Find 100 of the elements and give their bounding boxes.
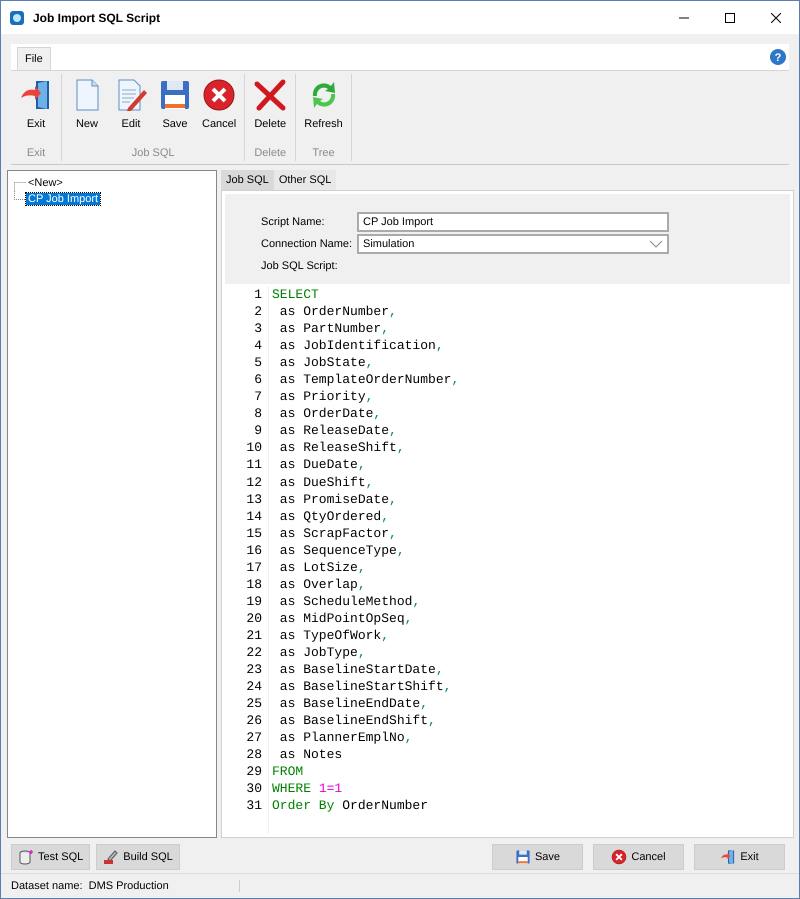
line-number: 6: [254, 371, 262, 388]
code-line: as BaselineStartShift,: [278, 678, 452, 696]
line-number: 17: [246, 558, 262, 576]
line-number: 27: [246, 729, 262, 746]
code-line: as Overlap,: [278, 576, 366, 593]
x-icon: [253, 78, 288, 112]
maximize-icon[interactable]: [725, 12, 735, 22]
window-title: Job Import SQL Script: [33, 10, 162, 24]
code-line: as QtyOrdered,: [278, 508, 390, 525]
ribbon-button[interactable]: Delete: [248, 74, 292, 147]
line-number: 14: [246, 508, 262, 525]
tree-connector: [14, 191, 26, 200]
code-line: as JobIdentification,: [278, 337, 444, 354]
code-line: as TemplateOrderNumber,: [278, 371, 460, 388]
sql-tool-icon: [103, 849, 120, 865]
group-label: Tree: [312, 147, 335, 161]
line-number: 18: [246, 576, 262, 593]
code-line: as JobState,: [278, 354, 374, 372]
code-line: as ReleaseDate,: [278, 422, 397, 440]
ribbon-button[interactable]: Refresh: [299, 74, 348, 147]
dialog-button[interactable]: Cancel: [593, 844, 684, 870]
line-number: 12: [246, 474, 262, 491]
line-number: 11: [246, 456, 262, 474]
app-icon: [9, 10, 25, 26]
code-line: as SequenceType,: [278, 542, 405, 559]
code-line: FROM: [272, 763, 304, 780]
cancel-icon: [202, 78, 236, 112]
line-number: 26: [246, 712, 262, 730]
field-label: Connection Name:: [261, 237, 352, 252]
ribbon-button[interactable]: Exit: [14, 74, 58, 147]
dialog-button[interactable]: Exit: [694, 844, 785, 870]
line-number: 10: [246, 439, 262, 456]
code-line: as TypeOfWork,: [278, 626, 390, 644]
code-line: as PartNumber,: [278, 320, 390, 338]
ribbon-button[interactable]: New: [65, 74, 109, 147]
code-line: as DueShift,: [278, 474, 374, 491]
code-line: as JobType,: [278, 644, 366, 662]
line-number: 29: [246, 763, 262, 780]
connection-dropdown[interactable]: Simulation: [357, 234, 669, 254]
code-line: WHERE 1=1: [272, 780, 342, 798]
code-line: as PromiseDate,: [278, 490, 397, 508]
close-icon[interactable]: [771, 12, 781, 22]
line-number: 1: [254, 286, 262, 304]
line-number: 20: [246, 610, 262, 627]
line-number: 7: [254, 388, 262, 406]
toolbar-button[interactable]: Build SQL: [96, 844, 180, 870]
line-number: 2: [254, 303, 262, 320]
group-label: Exit: [26, 147, 46, 161]
line-number: 9: [254, 422, 262, 440]
code-line: as DueDate,: [278, 456, 366, 474]
line-number: 3: [254, 320, 262, 338]
line-number: 5: [254, 354, 262, 372]
ribbon-button[interactable]: Cancel: [197, 74, 242, 147]
tree-item[interactable]: <New>: [26, 177, 65, 189]
field-label: Job SQL Script:: [261, 259, 338, 274]
line-number: 13: [246, 490, 262, 508]
code-line: as OrderDate,: [278, 405, 382, 422]
ribbon-button[interactable]: Edit: [109, 74, 153, 147]
code-line: as LotSize,: [278, 558, 366, 576]
line-number: 30: [246, 780, 262, 798]
code-line: as BaselineEndDate,: [278, 695, 428, 712]
group-label: Job SQL: [132, 147, 175, 161]
tree-item[interactable]: CP Job Import: [26, 193, 100, 205]
code-line: SELECT: [272, 286, 319, 304]
code-line: as BaselineEndShift,: [278, 712, 436, 730]
tree-connector: [14, 182, 26, 191]
line-number: 15: [246, 524, 262, 542]
code-line: as ScrapFactor,: [278, 524, 397, 542]
code-line: as ReleaseShift,: [278, 439, 405, 456]
line-number: 25: [246, 695, 262, 712]
code-line: as Notes: [278, 746, 342, 764]
line-number: 4: [254, 337, 262, 354]
ribbon-tab[interactable]: File: [17, 47, 51, 70]
field-label: Script Name:: [261, 215, 325, 230]
toolbar-button[interactable]: Test SQL: [11, 844, 90, 870]
line-number: 19: [246, 592, 262, 610]
script-name-field[interactable]: CP Job Import: [357, 212, 669, 232]
code-line: as BaselineStartDate,: [278, 661, 444, 678]
editor-tab[interactable]: Job SQL: [221, 170, 274, 190]
chevron-down-icon: [649, 240, 663, 248]
database-icon: [18, 849, 34, 865]
line-number: 8: [254, 405, 262, 422]
ribbon-button[interactable]: Save: [153, 74, 197, 147]
line-number: 31: [246, 797, 262, 814]
line-number: 16: [246, 542, 262, 559]
line-number: 28: [246, 746, 262, 764]
help-icon[interactable]: ?: [769, 48, 787, 66]
line-number: 23: [246, 661, 262, 678]
cancel-icon: [611, 849, 628, 865]
group-label: Delete: [254, 147, 286, 161]
dialog-button[interactable]: Save: [492, 844, 583, 870]
code-line: as PlannerEmplNo,: [278, 729, 412, 746]
code-line: Order By OrderNumber: [272, 797, 428, 814]
line-number: 24: [246, 678, 262, 696]
status-text: Dataset name: DMS Production: [11, 880, 240, 892]
code-line: as MidPointOpSeq,: [278, 610, 412, 627]
editor-tab[interactable]: Other SQL: [274, 170, 336, 190]
line-number: 21: [246, 626, 262, 644]
door-exit-icon: [720, 849, 736, 865]
code-line: as ScheduleMethod,: [278, 592, 420, 610]
